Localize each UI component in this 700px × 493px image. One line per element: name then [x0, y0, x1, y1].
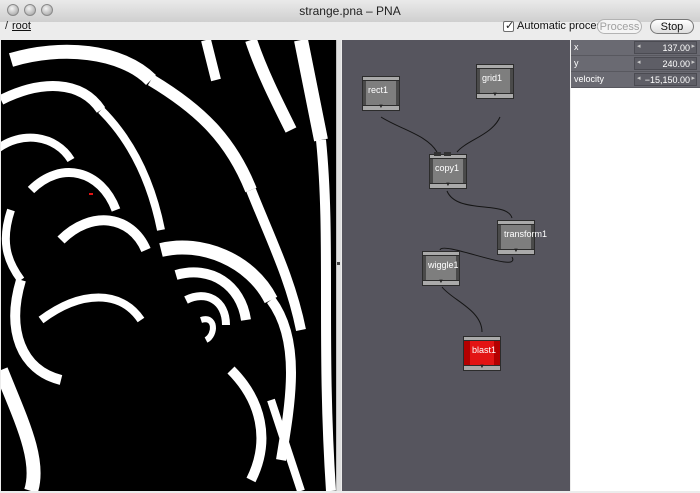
- rendered-spiral-image: [1, 40, 336, 491]
- app-window: strange.pna – PNA / root ✓ Automatic pro…: [0, 0, 700, 493]
- splitter-grip-icon: [337, 262, 340, 265]
- breadcrumb-separator: /: [5, 20, 9, 32]
- network-node-blast1[interactable]: blast1 ▼: [463, 336, 501, 372]
- node-label: transform1: [504, 229, 548, 239]
- breadcrumb-root-link[interactable]: root: [12, 20, 31, 32]
- node-label: blast1: [472, 345, 497, 355]
- input-port-1[interactable]: [434, 152, 441, 156]
- chevron-down-icon: ▼: [492, 92, 498, 98]
- network-node-transform1[interactable]: transform1 ▼: [497, 220, 547, 256]
- network-node-rect1[interactable]: rect1 ▼: [362, 76, 400, 112]
- param-label: velocity: [574, 74, 605, 84]
- param-label: y: [574, 58, 579, 68]
- increment-icon[interactable]: ▸: [691, 74, 695, 82]
- decrement-icon[interactable]: ◂: [637, 58, 641, 66]
- network-editor[interactable]: rect1 ▼ grid1 ▼ copy1 ▼ transform1 ▼ wig…: [342, 40, 570, 491]
- input-port-2[interactable]: [444, 152, 451, 156]
- parameter-panel: x ◂ 137.00 ▸ y ◂ 240.00 ▸ velocity ◂ −15…: [571, 40, 700, 491]
- automatic-process-label: Automatic process: [517, 20, 608, 32]
- network-node-grid1[interactable]: grid1 ▼: [476, 64, 514, 100]
- node-label: grid1: [482, 73, 503, 83]
- checkmark-icon: ✓: [505, 20, 515, 32]
- decrement-icon[interactable]: ◂: [637, 74, 641, 82]
- param-row-x: x ◂ 137.00 ▸: [571, 40, 700, 56]
- increment-icon[interactable]: ▸: [691, 58, 695, 66]
- param-row-y: y ◂ 240.00 ▸: [571, 56, 700, 72]
- chevron-down-icon: ▼: [378, 104, 384, 110]
- param-row-velocity: velocity ◂ −15,150.00 ▸: [571, 72, 700, 88]
- chevron-down-icon: ▼: [438, 279, 444, 285]
- network-node-copy1[interactable]: copy1 ▼: [429, 152, 467, 190]
- increment-icon[interactable]: ▸: [691, 42, 695, 50]
- param-value: 137.00: [662, 43, 690, 53]
- node-label: rect1: [368, 85, 389, 95]
- render-viewer[interactable]: [1, 40, 336, 491]
- automatic-process-checkbox[interactable]: ✓: [503, 20, 515, 32]
- param-value-field[interactable]: ◂ 240.00 ▸: [634, 57, 697, 70]
- param-value: −15,150.00: [644, 75, 690, 85]
- chevron-down-icon: ▼: [513, 248, 519, 254]
- param-value: 240.00: [662, 59, 690, 69]
- decrement-icon[interactable]: ◂: [637, 42, 641, 50]
- node-label: copy1: [435, 163, 460, 173]
- chevron-down-icon: ▼: [445, 182, 451, 188]
- network-node-wiggle1[interactable]: wiggle1 ▼: [422, 251, 460, 287]
- param-value-field[interactable]: ◂ −15,150.00 ▸: [634, 73, 697, 86]
- param-label: x: [574, 42, 579, 52]
- chevron-down-icon: ▼: [479, 364, 485, 370]
- node-label: wiggle1: [428, 260, 459, 270]
- window-title: strange.pna – PNA: [299, 4, 401, 18]
- viewer-network-splitter[interactable]: [336, 40, 341, 491]
- param-value-field[interactable]: ◂ 137.00 ▸: [634, 41, 697, 54]
- process-button[interactable]: Process: [597, 19, 642, 34]
- stop-button[interactable]: Stop: [650, 19, 694, 34]
